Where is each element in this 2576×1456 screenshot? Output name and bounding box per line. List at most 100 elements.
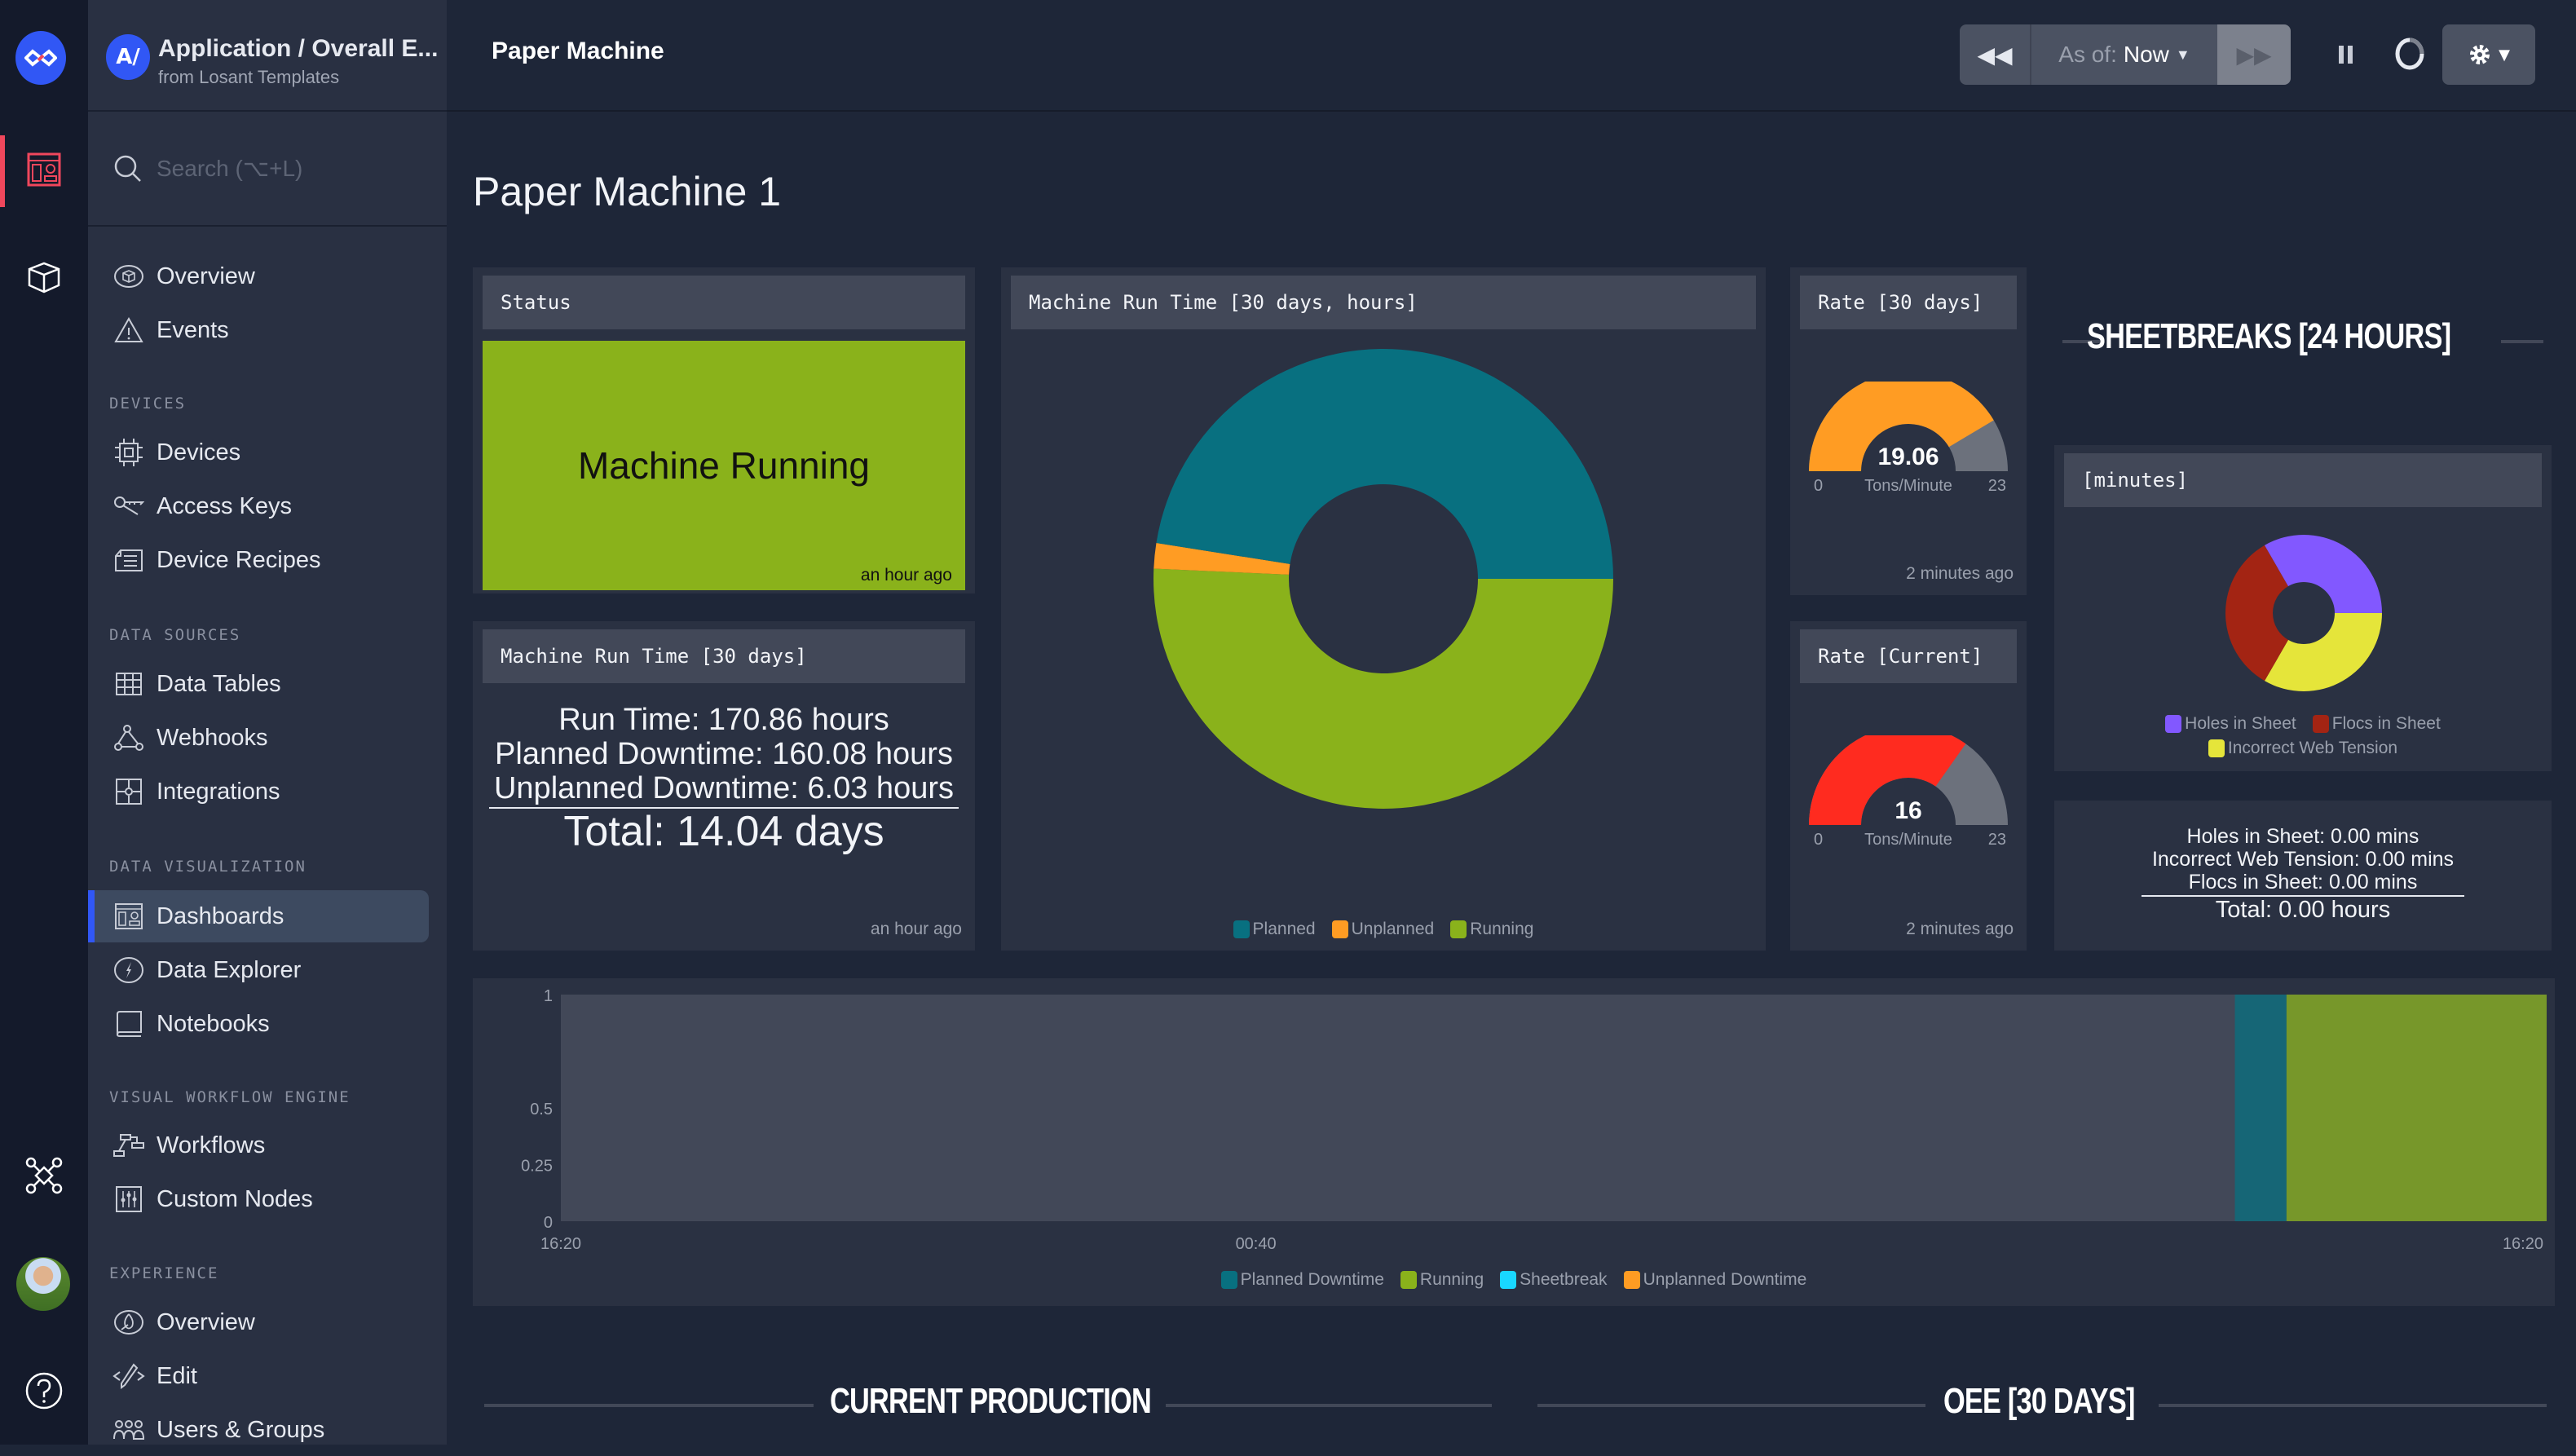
page-title: Paper Machine 1 bbox=[473, 169, 782, 214]
legend-swatch bbox=[2312, 715, 2329, 734]
legend-label: Unplanned Downtime bbox=[1643, 1270, 1807, 1289]
rewind-button[interactable]: ◀◀ bbox=[1960, 24, 2031, 85]
application-title[interactable]: Application / Overall E... bbox=[158, 34, 438, 64]
rail-workflow-button[interactable] bbox=[0, 1143, 88, 1208]
planned-downtime-line: Planned Downtime: 160.08 hours bbox=[495, 737, 953, 771]
pause-icon bbox=[2339, 46, 2353, 64]
sidebar-item-devices[interactable]: Devices bbox=[88, 426, 429, 479]
sheetbreak-total: Total: 0.00 hours bbox=[2142, 895, 2464, 923]
sidebar-item-dashboards[interactable]: Dashboards bbox=[88, 890, 429, 942]
pie-slice-holes-in-sheet bbox=[2265, 535, 2382, 613]
gear-icon bbox=[2470, 45, 2490, 64]
time-controls: ◀◀ As of: Now ▼ ▶▶ bbox=[1960, 24, 2291, 85]
status-value: Machine Running bbox=[577, 444, 870, 487]
legend-item[interactable]: Planned bbox=[1233, 920, 1316, 939]
status-widget: Status Machine Running an hour ago bbox=[473, 267, 975, 593]
updated-time: 2 minutes ago bbox=[1906, 920, 2014, 938]
sidebar-item-webhooks[interactable]: Webhooks bbox=[88, 712, 429, 764]
updated-time: an hour ago bbox=[860, 566, 952, 585]
app-rail bbox=[0, 0, 88, 1445]
fast-forward-button[interactable]: ▶▶ bbox=[2217, 24, 2291, 85]
losant-logo-icon[interactable] bbox=[15, 31, 66, 85]
notebook-icon bbox=[112, 1008, 145, 1040]
oee-title: OEE [30 DAYS] bbox=[1943, 1381, 2135, 1421]
legend-item[interactable]: Running bbox=[1450, 920, 1533, 939]
gauge-max: 23 bbox=[1988, 831, 2006, 849]
gauge-value: 16 bbox=[1895, 797, 1921, 824]
run-time-pie-chart bbox=[1153, 349, 1613, 809]
user-avatar[interactable] bbox=[16, 1257, 70, 1311]
help-icon bbox=[25, 1372, 63, 1410]
sidebar-item-label: Device Recipes bbox=[157, 546, 321, 573]
sidebar-item-experience-overview[interactable]: Overview bbox=[88, 1296, 429, 1348]
legend-label: Holes in Sheet bbox=[2185, 714, 2296, 733]
legend-label: Flocs in Sheet bbox=[2331, 714, 2441, 733]
legend-item[interactable]: Holes in Sheet bbox=[2165, 714, 2296, 734]
search-input[interactable] bbox=[157, 155, 401, 182]
sidebar-item-overview[interactable]: Overview bbox=[88, 250, 429, 302]
timeline-segment-running bbox=[2286, 995, 2547, 1221]
legend-item[interactable]: Running bbox=[1400, 1270, 1484, 1290]
pause-button[interactable] bbox=[2330, 34, 2362, 75]
legend-label: Sheetbreak bbox=[1520, 1270, 1608, 1289]
widget-title: Status bbox=[483, 276, 965, 329]
sidebar-item-label: Devices bbox=[157, 439, 241, 465]
legend-swatch bbox=[2208, 739, 2225, 758]
legend-swatch bbox=[2165, 715, 2182, 734]
legend-item[interactable]: Sheetbreak bbox=[1500, 1270, 1608, 1290]
legend-item[interactable]: Planned Downtime bbox=[1220, 1270, 1384, 1290]
sidebar-item-label: Custom Nodes bbox=[157, 1185, 313, 1212]
users-icon bbox=[112, 1414, 145, 1446]
legend-item[interactable]: Flocs in Sheet bbox=[2312, 714, 2441, 734]
y-tick-label: 0.5 bbox=[530, 1101, 553, 1118]
section-divider bbox=[1537, 1404, 1925, 1407]
sidebar-item-users-groups[interactable]: Users & Groups bbox=[88, 1404, 429, 1456]
workflow-icon bbox=[112, 1129, 145, 1162]
application-header[interactable]: A/ Application / Overall E... from Losan… bbox=[88, 0, 447, 112]
sidebar-item-data-explorer[interactable]: Data Explorer bbox=[88, 944, 429, 996]
search-bar[interactable] bbox=[88, 112, 447, 227]
gauge-unit: Tons/Minute bbox=[1864, 831, 1952, 849]
sheetbreak-text-widget: Holes in Sheet: 0.00 mins Incorrect Web … bbox=[2054, 801, 2552, 951]
settings-dropdown-button[interactable]: ▼ bbox=[2442, 24, 2535, 85]
sidebar-item-device-recipes[interactable]: Device Recipes bbox=[88, 534, 429, 586]
legend-item[interactable]: Incorrect Web Tension bbox=[2208, 739, 2397, 758]
sidebar-item-workflows[interactable]: Workflows bbox=[88, 1119, 429, 1171]
sidebar-item-integrations[interactable]: Integrations bbox=[88, 766, 429, 818]
legend-item[interactable]: Unplanned bbox=[1331, 920, 1434, 939]
legend-label: Running bbox=[1419, 1270, 1484, 1289]
rate-30-gauge: 19.06 Tons/Minute 0 23 bbox=[1809, 382, 2008, 495]
chart-legend: Planned Downtime Running Sheetbreak Unplann… bbox=[473, 1270, 2555, 1290]
tension-line: Incorrect Web Tension: 0.00 mins bbox=[2151, 848, 2455, 871]
sidebar-item-notebooks[interactable]: Notebooks bbox=[88, 998, 429, 1050]
sidebar-section-devices: DEVICES bbox=[109, 395, 187, 413]
sidebar-item-custom-nodes[interactable]: Custom Nodes bbox=[88, 1173, 429, 1225]
table-icon bbox=[112, 668, 145, 700]
sidebar-item-edit[interactable]: Edit bbox=[88, 1350, 429, 1402]
widget-title: Rate [30 days] bbox=[1800, 276, 2017, 329]
unplanned-downtime-line: Unplanned Downtime: 6.03 hours bbox=[493, 771, 954, 805]
gauge-value: 19.06 bbox=[1877, 443, 1939, 470]
section-divider bbox=[2159, 1404, 2547, 1407]
rail-devices-button[interactable] bbox=[0, 245, 88, 310]
sidebar-item-data-tables[interactable]: Data Tables bbox=[88, 658, 429, 710]
dashboard-topbar: Paper Machine ◀◀ As of: Now ▼ ▶▶ ▼ bbox=[447, 0, 2576, 112]
pie-slice-incorrect-web-tension bbox=[2265, 613, 2382, 691]
legend-item[interactable]: Unplanned Downtime bbox=[1623, 1270, 1807, 1290]
state-timeline-chart: 0 0.25 0.5 1 16:20 00:40 16:20 bbox=[521, 987, 2547, 1253]
x-tick-label: 16:20 bbox=[540, 1235, 581, 1253]
x-tick-label: 16:20 bbox=[2503, 1235, 2543, 1253]
widget-title: Machine Run Time [30 days, hours] bbox=[1011, 276, 1756, 329]
sidebar-item-access-keys[interactable]: Access Keys bbox=[88, 480, 429, 532]
y-tick-label: 1 bbox=[544, 987, 553, 1005]
sidebar-item-label: Access Keys bbox=[157, 492, 292, 519]
sheetbreak-pie-widget: [minutes] Holes in Sheet Flocs in Sheet In… bbox=[2054, 445, 2552, 771]
rail-dashboard-button[interactable] bbox=[0, 137, 88, 202]
sidebar-item-label: Users & Groups bbox=[157, 1416, 325, 1443]
as-of-dropdown[interactable]: As of: Now ▼ bbox=[2031, 24, 2217, 85]
rail-help-button[interactable] bbox=[0, 1358, 88, 1423]
chart-legend: Holes in Sheet Flocs in Sheet Incorrect We… bbox=[2103, 714, 2503, 758]
updated-time: 2 minutes ago bbox=[1906, 564, 2014, 583]
sidebar-item-events[interactable]: Events bbox=[88, 304, 429, 356]
sheetbreak-summary: Holes in Sheet: 0.00 mins Incorrect Web … bbox=[2054, 825, 2552, 923]
